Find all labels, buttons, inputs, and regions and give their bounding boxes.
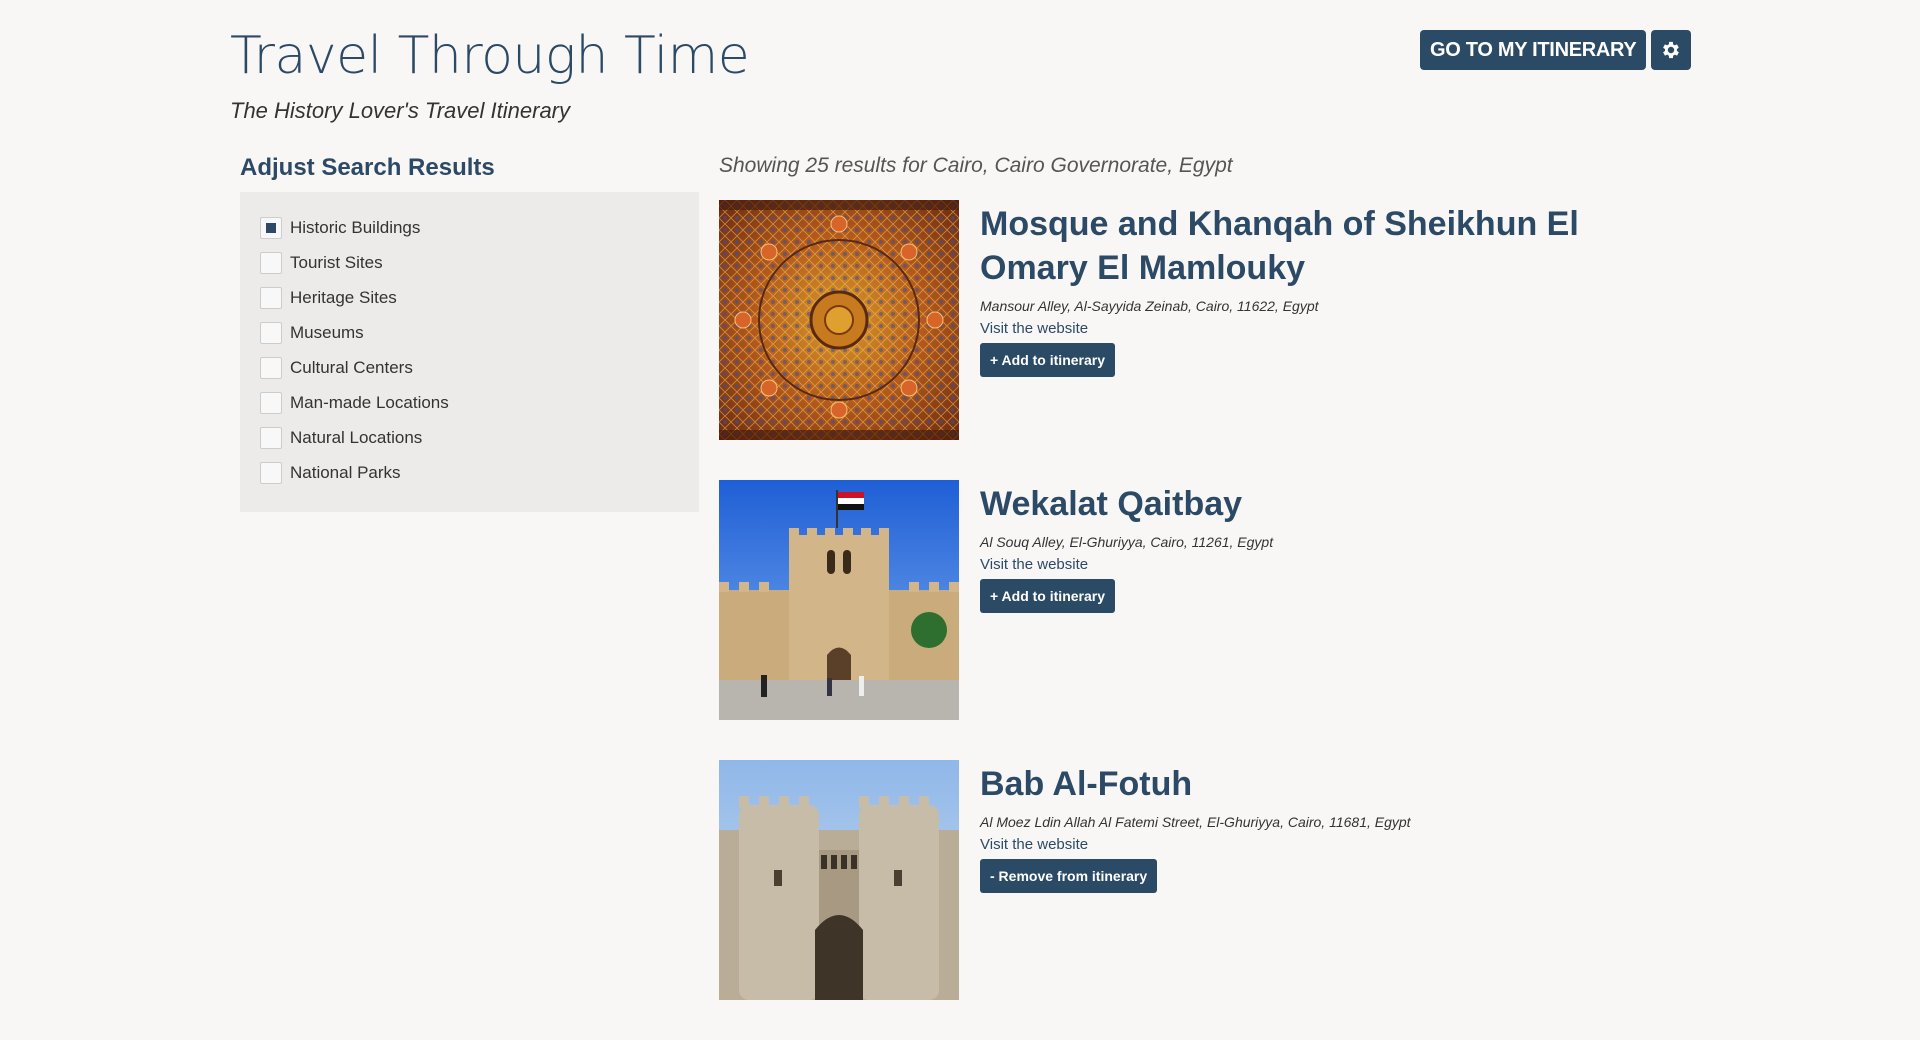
mosque-ceiling-image bbox=[719, 200, 959, 440]
filter-tourist-sites[interactable]: Tourist Sites bbox=[260, 245, 679, 280]
result-item: Mosque and Khanqah of Sheikhun El Omary … bbox=[719, 200, 1699, 480]
sidebar-heading: Adjust Search Results bbox=[240, 154, 495, 181]
result-photo[interactable] bbox=[719, 760, 959, 1000]
filter-label: Natural Locations bbox=[290, 427, 423, 447]
result-title[interactable]: Mosque and Khanqah of Sheikhun El Omary … bbox=[980, 202, 1680, 290]
visit-website-link[interactable]: Visit the website bbox=[980, 556, 1273, 573]
filter-national-parks[interactable]: National Parks bbox=[260, 455, 679, 490]
filter-label: Cultural Centers bbox=[290, 357, 413, 377]
filter-heritage-sites[interactable]: Heritage Sites bbox=[260, 280, 679, 315]
add-to-itinerary-button[interactable]: + Add to itinerary bbox=[980, 579, 1116, 613]
filter-label: Heritage Sites bbox=[290, 287, 397, 307]
site-title: Travel Through Time bbox=[230, 26, 750, 86]
settings-button[interactable] bbox=[1651, 30, 1692, 70]
filter-checkbox[interactable] bbox=[260, 216, 282, 239]
filter-label: National Parks bbox=[290, 462, 401, 482]
result-item: Bab Al-Fotuh Al Moez Ldin Allah Al Fatem… bbox=[719, 760, 1699, 1040]
result-address: Al Moez Ldin Allah Al Fatemi Street, El-… bbox=[980, 814, 1411, 830]
result-title[interactable]: Wekalat Qaitbay bbox=[980, 482, 1273, 526]
remove-from-itinerary-button[interactable]: - Remove from itinerary bbox=[980, 859, 1158, 893]
result-address: Al Souq Alley, El-Ghuriyya, Cairo, 11261… bbox=[980, 534, 1274, 550]
filter-historic-buildings[interactable]: Historic Buildings bbox=[260, 210, 679, 245]
filter-museums[interactable]: Museums bbox=[260, 315, 679, 350]
filter-cultural-centers[interactable]: Cultural Centers bbox=[260, 350, 679, 385]
result-info: Bab Al-Fotuh Al Moez Ldin Allah Al Fatem… bbox=[980, 760, 1411, 1040]
filter-checkbox[interactable] bbox=[260, 356, 282, 379]
filter-panel: Historic Buildings Tourist Sites Heritag… bbox=[240, 192, 699, 512]
filter-man-made-locations[interactable]: Man-made Locations bbox=[260, 385, 679, 420]
result-info: Wekalat Qaitbay Al Souq Alley, El-Ghuriy… bbox=[980, 480, 1273, 760]
site-subtitle: The History Lover's Travel Itinerary bbox=[230, 98, 571, 123]
gate-towers-image bbox=[719, 760, 959, 1000]
filter-natural-locations[interactable]: Natural Locations bbox=[260, 420, 679, 455]
results-list: Showing 25 results for Cairo, Cairo Gove… bbox=[719, 152, 1699, 1040]
result-photo[interactable] bbox=[719, 480, 959, 720]
filter-checkbox[interactable] bbox=[260, 286, 282, 309]
filter-label: Tourist Sites bbox=[290, 252, 383, 272]
filter-label: Museums bbox=[290, 322, 364, 342]
result-info: Mosque and Khanqah of Sheikhun El Omary … bbox=[980, 200, 1680, 480]
filter-sidebar: Adjust Search Results Historic Buildings… bbox=[240, 154, 699, 512]
visit-website-link[interactable]: Visit the website bbox=[980, 836, 1411, 853]
top-actions: GO TO MY ITINERARY bbox=[1420, 30, 1692, 70]
result-item: Wekalat Qaitbay Al Souq Alley, El-Ghuriy… bbox=[719, 480, 1699, 760]
result-photo[interactable] bbox=[719, 200, 959, 440]
filter-label: Man-made Locations bbox=[290, 392, 449, 412]
gear-icon bbox=[1663, 41, 1680, 59]
add-to-itinerary-button[interactable]: + Add to itinerary bbox=[980, 343, 1116, 377]
filter-checkbox[interactable] bbox=[260, 321, 282, 344]
result-title[interactable]: Bab Al-Fotuh bbox=[980, 762, 1411, 806]
filter-label: Historic Buildings bbox=[290, 217, 421, 237]
filter-checkbox[interactable] bbox=[260, 426, 282, 449]
citadel-image bbox=[719, 480, 959, 720]
site-header: Travel Through Time The History Lover's … bbox=[230, 24, 750, 124]
result-address: Mansour Alley, Al-Sayyida Zeinab, Cairo,… bbox=[980, 298, 1319, 314]
results-summary: Showing 25 results for Cairo, Cairo Gove… bbox=[719, 154, 1233, 177]
filter-checkbox[interactable] bbox=[260, 391, 282, 414]
visit-website-link[interactable]: Visit the website bbox=[980, 320, 1680, 337]
filter-checkbox[interactable] bbox=[260, 461, 282, 484]
go-to-itinerary-button[interactable]: GO TO MY ITINERARY bbox=[1420, 30, 1647, 70]
filter-checkbox[interactable] bbox=[260, 251, 282, 274]
